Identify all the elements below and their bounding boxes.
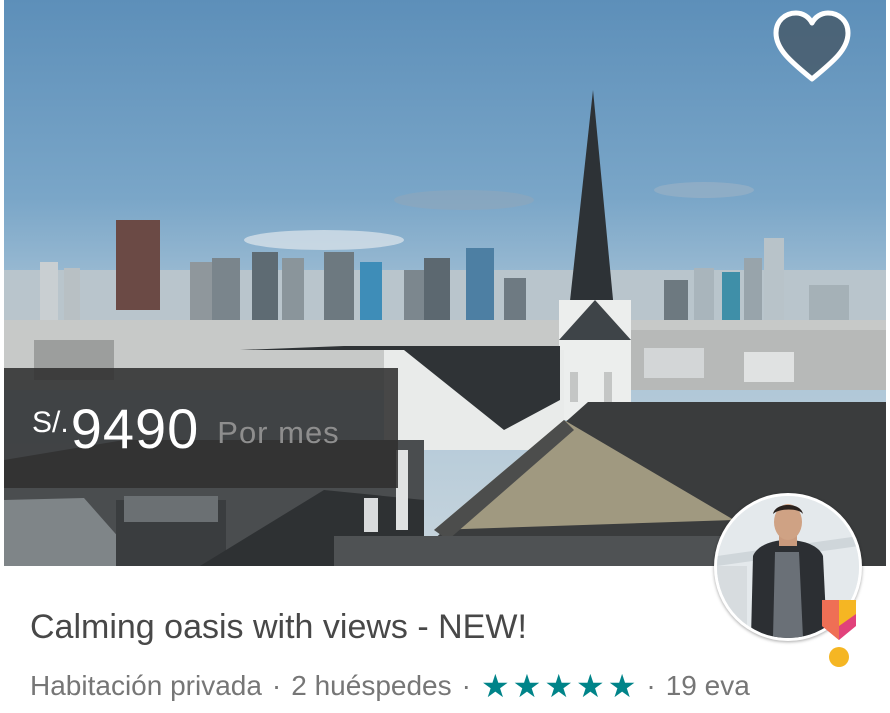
- review-count: 19 eva: [665, 670, 750, 701]
- price-period: Por mes: [217, 415, 340, 450]
- separator: ·: [646, 670, 656, 701]
- superhost-badge-icon: [822, 600, 856, 667]
- room-type: Habitación privada: [30, 670, 262, 701]
- rating-stars: ★ ★ ★ ★ ★: [481, 670, 636, 702]
- star-icon: ★: [512, 668, 542, 704]
- price-currency: S/.: [32, 406, 69, 439]
- guest-count: 2 huéspedes: [291, 670, 452, 701]
- listing-meta: Habitación privada · 2 huéspedes · ★ ★ ★…: [30, 666, 868, 706]
- price-badge: S/. 9490 Por mes: [4, 368, 398, 488]
- listing-title[interactable]: Calming oasis with views - NEW!: [30, 608, 527, 647]
- star-icon: ★: [544, 668, 573, 704]
- star-icon: ★: [480, 668, 510, 704]
- separator: ·: [461, 670, 471, 701]
- star-icon: ★: [576, 668, 605, 704]
- price-amount: 9490: [70, 396, 200, 460]
- star-icon: ★: [607, 668, 637, 704]
- heart-icon[interactable]: [770, 7, 854, 87]
- separator: ·: [271, 670, 282, 701]
- listing-card[interactable]: S/. 9490 Por mes Calming oasis with view…: [0, 0, 890, 713]
